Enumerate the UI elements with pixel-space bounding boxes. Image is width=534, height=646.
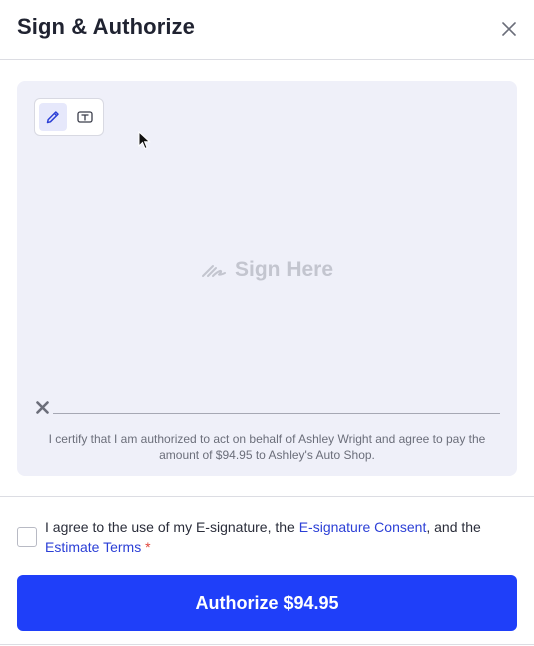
e-signature-consent-link[interactable]: E-signature Consent [299, 519, 427, 535]
modal-title: Sign & Authorize [17, 14, 195, 39]
mouse-cursor-icon [138, 131, 151, 150]
certification-text: I certify that I am authorized to act on… [48, 432, 486, 462]
bottom-divider [0, 644, 534, 645]
consent-checkbox[interactable] [17, 527, 37, 547]
pencil-icon [46, 111, 59, 124]
signature-baseline [53, 413, 500, 414]
authorize-button[interactable]: Authorize $94.95 [17, 575, 517, 631]
sign-here-placeholder: Sign Here [17, 258, 517, 282]
clear-x-icon [35, 400, 49, 414]
clear-signature-button[interactable] [34, 399, 50, 415]
close-icon [502, 22, 516, 36]
estimate-terms-link[interactable]: Estimate Terms [45, 539, 141, 555]
draw-mode-button[interactable] [39, 103, 67, 131]
sign-authorize-modal: Sign & Authorize Sign Here I certify tha… [0, 0, 534, 646]
text-box-icon [77, 111, 93, 123]
modal-header: Sign & Authorize [0, 0, 534, 60]
required-marker: * [145, 539, 151, 555]
sign-here-label: Sign Here [234, 258, 334, 281]
type-mode-button[interactable] [71, 103, 99, 131]
consent-text: I agree to the use of my E-signature, th… [45, 517, 515, 557]
consent-text-middle: , and the [426, 519, 481, 535]
signature-pad[interactable]: Sign Here I certify that I am authorized… [17, 81, 517, 476]
signature-mode-toggle [34, 98, 104, 136]
section-divider [0, 496, 534, 497]
signature-icon [201, 265, 226, 277]
consent-text-start: I agree to the use of my E-signature, th… [45, 519, 299, 535]
close-button[interactable] [498, 18, 520, 40]
